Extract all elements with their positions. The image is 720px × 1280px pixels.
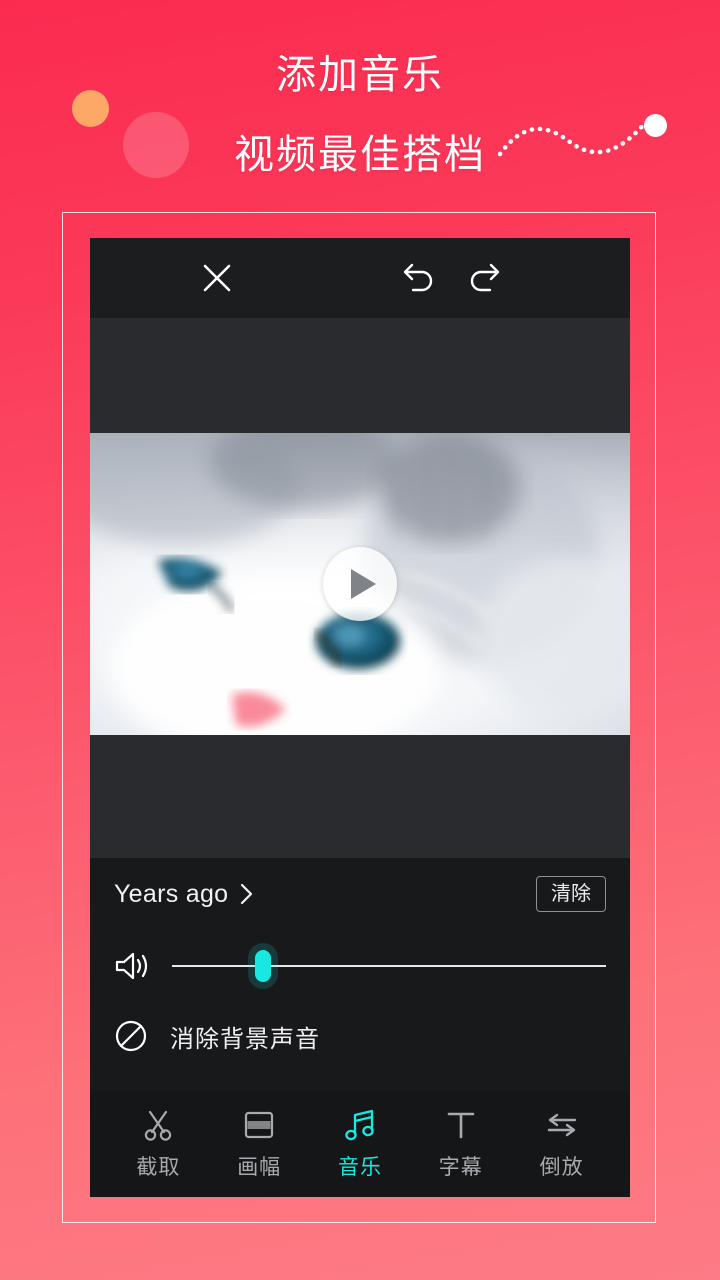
volume-row [114, 930, 606, 1002]
editor-top-bar [90, 238, 630, 318]
clear-button[interactable]: 清除 [536, 876, 606, 912]
play-button[interactable] [323, 547, 397, 621]
toolbar-label-trim: 截取 [136, 1155, 181, 1179]
close-button[interactable] [190, 251, 244, 305]
toolbar-item-subtitle[interactable]: 字幕 [418, 1108, 504, 1181]
toolbar-item-aspect-ratio[interactable]: 画幅 [216, 1108, 302, 1181]
phone-screen: Years ago 清除 消除背景声音 截取 画幅 音乐 字幕 倒放 [90, 238, 630, 1197]
toolbar-label-subtitle: 字幕 [438, 1155, 483, 1179]
chevron-right-icon [241, 883, 253, 905]
volume-slider[interactable] [172, 950, 606, 982]
music-note-icon [344, 1108, 376, 1142]
undo-icon [403, 263, 433, 292]
reverse-arrows-icon [545, 1108, 579, 1142]
undo-button[interactable] [392, 251, 446, 305]
mute-background-sound-row[interactable]: 消除背景声音 [114, 1002, 606, 1070]
prohibit-icon [115, 1020, 147, 1052]
toolbar-item-reverse[interactable]: 倒放 [519, 1108, 605, 1181]
video-preview-area [90, 318, 630, 858]
editor-bottom-toolbar: 截取 画幅 音乐 字幕 倒放 [90, 1091, 630, 1197]
page-subtitle: 视频最佳搭档 [234, 133, 486, 177]
close-icon [203, 264, 231, 292]
play-icon [350, 569, 376, 599]
toolbar-label-aspect-ratio: 画幅 [237, 1155, 282, 1179]
toolbar-label-reverse: 倒放 [539, 1155, 584, 1179]
redo-icon [470, 263, 500, 292]
redo-button[interactable] [457, 251, 511, 305]
track-name-label: Years ago [114, 879, 229, 908]
track-selector[interactable]: Years ago [114, 880, 254, 909]
volume-slider-thumb[interactable] [255, 950, 272, 982]
text-t-icon [445, 1108, 477, 1142]
toolbar-label-music: 音乐 [337, 1155, 382, 1179]
music-controls-panel: Years ago 清除 消除背景声音 [90, 858, 630, 1091]
page-title: 添加音乐 [276, 53, 444, 97]
toolbar-item-music[interactable]: 音乐 [317, 1108, 403, 1181]
toolbar-item-trim[interactable]: 截取 [115, 1108, 201, 1181]
scissors-icon [141, 1108, 175, 1142]
speaker-icon[interactable] [114, 951, 150, 981]
selected-track-row: Years ago 清除 [114, 858, 606, 930]
volume-slider-line [172, 965, 606, 967]
video-frame[interactable] [90, 433, 630, 735]
mute-background-sound-label: 消除背景声音 [170, 1025, 320, 1053]
crop-frame-icon [243, 1108, 275, 1142]
